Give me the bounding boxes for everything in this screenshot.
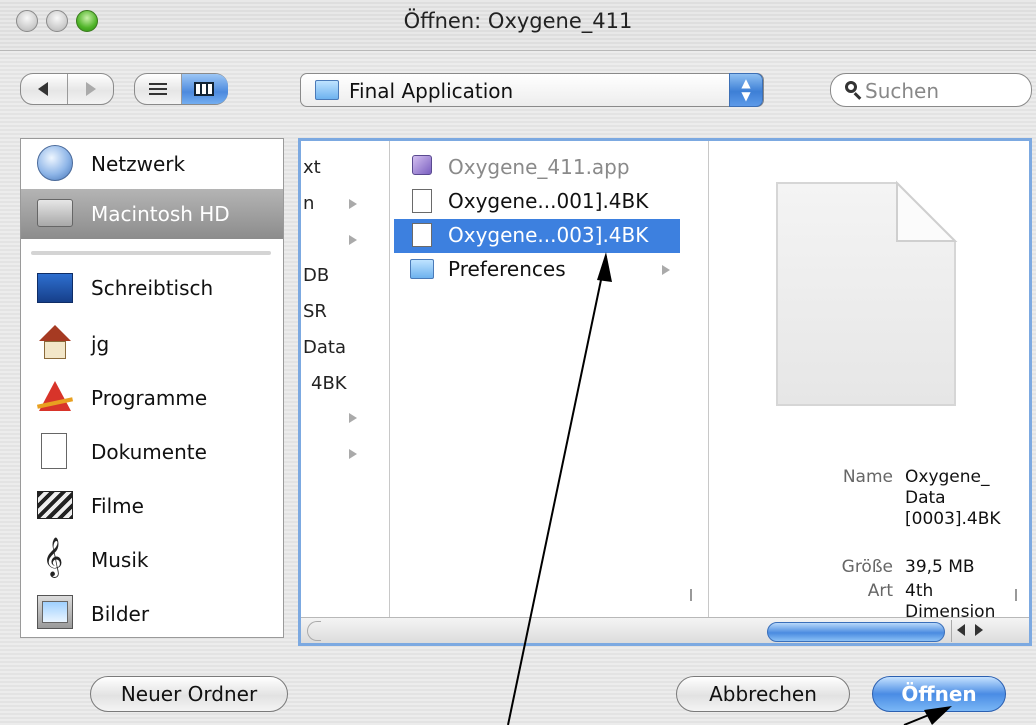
annotation-arrows [507, 252, 952, 725]
annotation-arrow-line [507, 255, 607, 725]
annotation-arrowhead [924, 706, 952, 725]
annotation-arrowhead [597, 252, 612, 282]
open-dialog-window: Öffnen: Oxygene_411 Final Application ▲ ▼… [0, 0, 1036, 725]
